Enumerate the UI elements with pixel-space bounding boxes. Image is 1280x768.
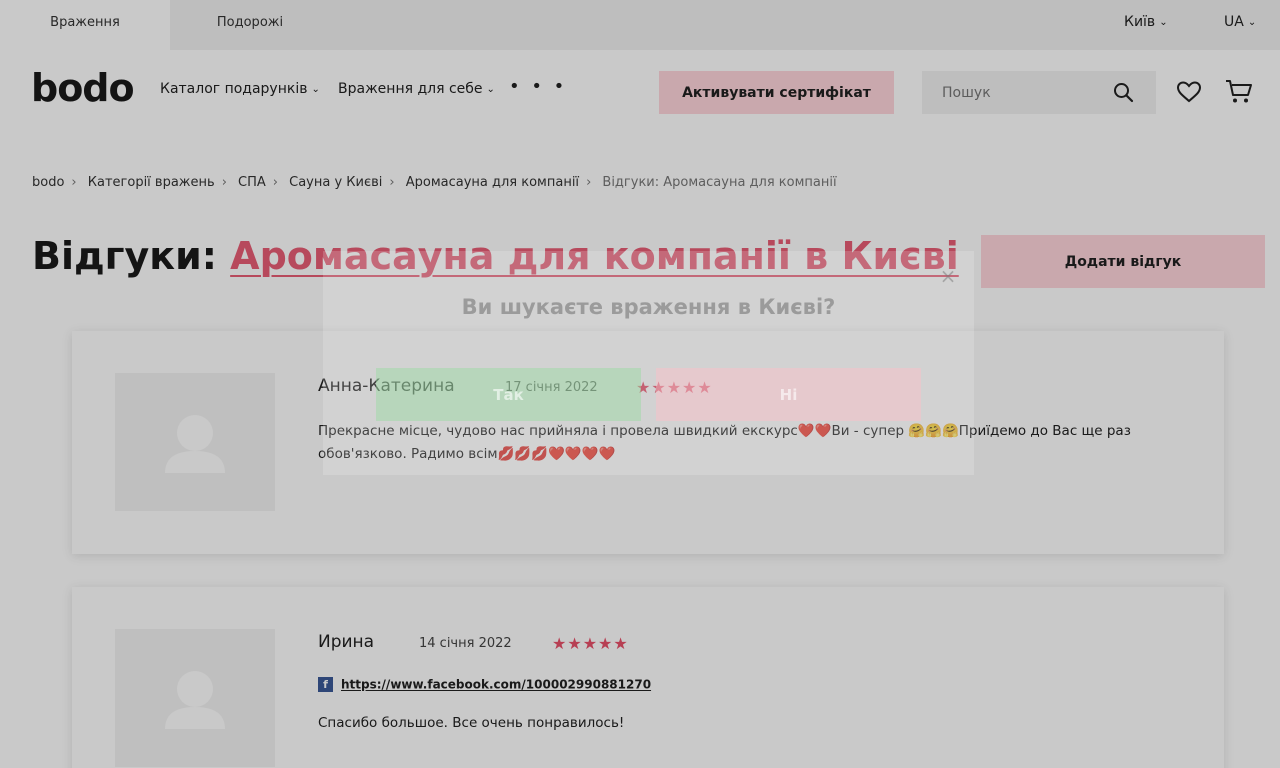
modal-title: Ви шукаєте враження в Києві?	[461, 295, 836, 319]
city-confirm-modal: × Ви шукаєте враження в Києві? Так Ні	[323, 251, 974, 475]
yes-button[interactable]: Так	[376, 368, 641, 421]
close-icon[interactable]: ×	[938, 266, 958, 286]
no-button[interactable]: Ні	[656, 368, 921, 421]
